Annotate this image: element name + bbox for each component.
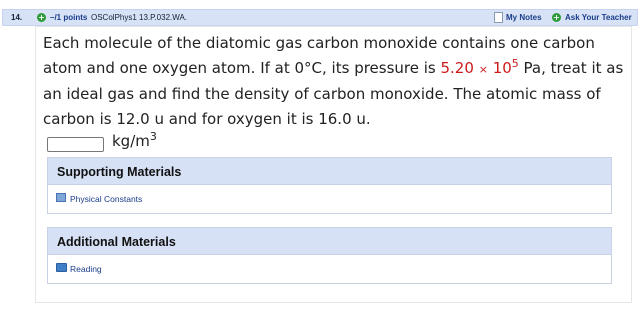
- supporting-materials-body: Physical Constants: [48, 185, 611, 213]
- reading-link[interactable]: Reading: [70, 264, 102, 274]
- ask-your-teacher-link[interactable]: Ask Your Teacher: [565, 13, 632, 22]
- pressure-value: 5.20 × 105: [440, 57, 519, 77]
- question-source: OSColPhys1 13.P.032.WA.: [91, 13, 188, 22]
- ask-teacher-plus-icon[interactable]: +: [552, 13, 561, 22]
- supporting-materials-title: Supporting Materials: [48, 158, 611, 185]
- additional-materials-panel: Additional Materials Reading: [47, 227, 612, 284]
- physical-constants-link[interactable]: Physical Constants: [70, 194, 142, 204]
- notes-icon[interactable]: [494, 12, 503, 23]
- additional-materials-title: Additional Materials: [48, 228, 611, 255]
- question-text: Each molecule of the diatomic gas carbon…: [43, 31, 628, 132]
- times-symbol: ×: [478, 63, 488, 76]
- question-number: 14.: [11, 13, 23, 22]
- expand-plus-icon[interactable]: +: [37, 13, 46, 22]
- question-header-bar: 14. + –/1 points OSColPhys1 13.P.032.WA.…: [2, 9, 638, 26]
- pressure-exponent: 5: [511, 57, 519, 70]
- answer-unit: kg/m3: [112, 130, 157, 150]
- points-label: –/1 points: [50, 13, 88, 22]
- supporting-materials-panel: Supporting Materials Physical Constants: [47, 157, 612, 214]
- document-icon: [56, 193, 66, 202]
- answer-unit-base: kg/m: [112, 132, 150, 150]
- answer-input[interactable]: [47, 137, 104, 152]
- answer-unit-exponent: 3: [149, 130, 157, 143]
- pressure-mantissa: 5.20: [440, 59, 474, 77]
- book-icon: [56, 263, 67, 272]
- pressure-base: 10: [492, 59, 512, 77]
- additional-materials-body: Reading: [48, 255, 611, 283]
- my-notes-link[interactable]: My Notes: [506, 13, 542, 22]
